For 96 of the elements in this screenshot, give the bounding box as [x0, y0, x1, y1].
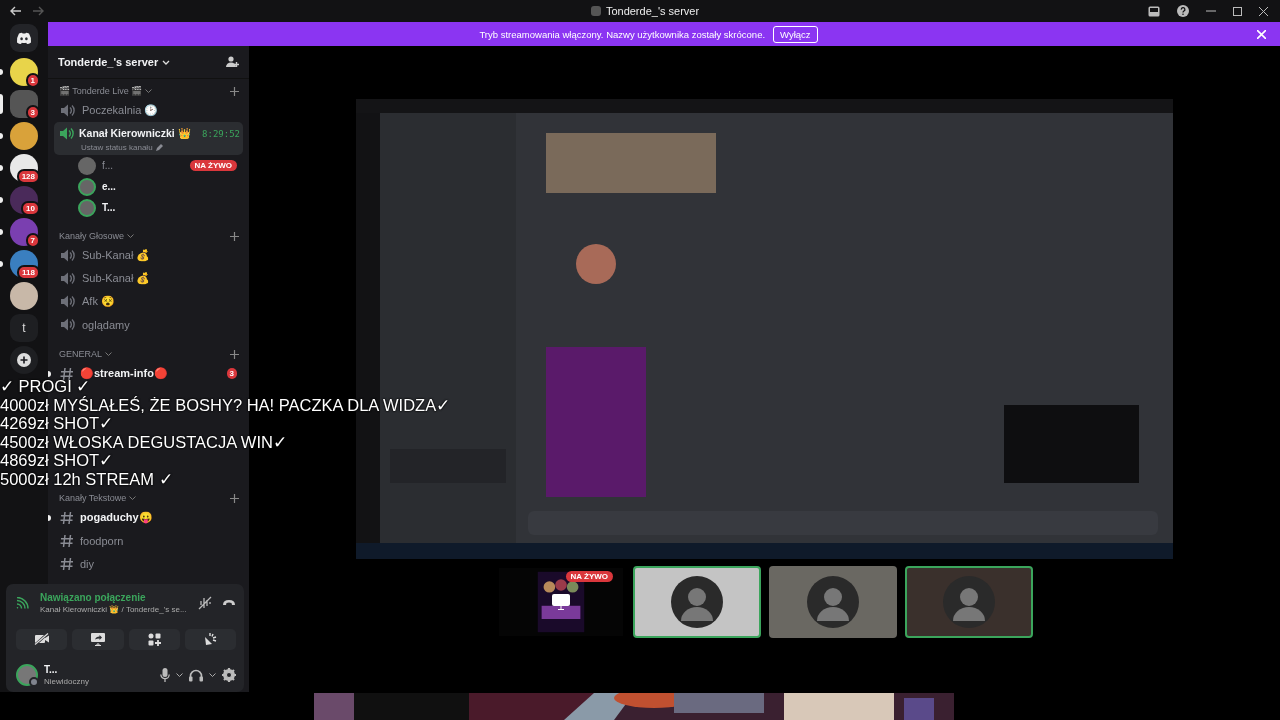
overlay-text: 5000zł 12h STREAM ✓ — [0, 469, 173, 489]
chevron-icon — [162, 59, 171, 65]
speaker-icon — [60, 272, 76, 285]
channel-item[interactable]: foodporn — [54, 529, 243, 552]
server-icon[interactable]: t — [10, 314, 38, 342]
camera-off-icon — [33, 633, 50, 645]
overlay-text: 4269zł SHOT✓ — [0, 414, 114, 433]
user-status: Niewidoczny — [44, 677, 89, 686]
hash-icon — [60, 556, 74, 571]
notice-text: Tryb streamowania włączony. Nazwy użytkownika zostały skrócone. — [479, 28, 766, 40]
live-badge: NA ŻYWO — [189, 160, 237, 171]
discord-logo-icon[interactable] — [10, 24, 38, 52]
help-icon[interactable] — [1177, 5, 1189, 17]
channel-item[interactable]: Kanał Kierowniczki 👑 8:29:52 Ustaw status kanału — [54, 122, 243, 155]
headphones-icon[interactable] — [189, 668, 203, 682]
channel-link[interactable]: Kanał Kierowniczki 👑 / Tonderde_'s se... — [40, 605, 187, 614]
user-name[interactable]: T... — [102, 202, 116, 213]
inbox-icon[interactable] — [1148, 5, 1160, 17]
avatar-icon — [671, 576, 723, 628]
activities-button[interactable] — [128, 628, 180, 650]
speaker-icon — [60, 318, 76, 331]
connection-status: Nawiązano połączenie — [40, 592, 147, 603]
activities-icon — [147, 632, 161, 646]
microphone-icon[interactable] — [160, 668, 170, 682]
back-arrow-icon[interactable] — [10, 6, 22, 16]
overlay-text: 4500zł WŁOSKA DEGUSTACJA WIN✓ — [0, 432, 287, 452]
speaker-icon — [60, 104, 76, 117]
close-icon[interactable] — [1259, 6, 1268, 16]
notification-badge: 10 — [21, 201, 40, 216]
chevron-icon — [127, 234, 135, 238]
hash-icon — [60, 510, 74, 525]
hash-icon — [60, 533, 74, 548]
status-icon — [29, 677, 39, 687]
channel-item[interactable]: Sub-Kanał 💰 — [54, 244, 243, 267]
camera-off-button[interactable] — [16, 628, 68, 650]
pencil-icon[interactable] — [155, 144, 163, 151]
channel-item[interactable]: Sub-Kanał 💰 — [54, 267, 243, 290]
participant-tile[interactable] — [905, 566, 1033, 638]
add-server-icon[interactable] — [10, 346, 38, 374]
signal-icon — [16, 597, 30, 609]
window-title: Tonderde_'s server — [605, 5, 700, 17]
notification-badge: 128 — [16, 169, 40, 184]
add-member-icon[interactable] — [226, 56, 239, 68]
chevron-icon[interactable] — [209, 673, 216, 677]
disconnect-icon[interactable] — [222, 599, 236, 607]
category-header[interactable]: GENERAL — [59, 349, 102, 359]
screen-icon — [552, 594, 570, 610]
overlay-text: 4000zł MYŚLAŁEŚ, ŻE BOSHY? HA! PACZKA DLA WIDZA✓ — [0, 395, 451, 415]
user-name[interactable]: f... — [102, 160, 114, 171]
channel-item[interactable]: pogaduchy😛 — [54, 506, 243, 529]
add-channel-icon[interactable] — [230, 349, 239, 359]
category-header[interactable]: Kanały Tekstowe — [59, 493, 127, 503]
speaker-icon — [60, 295, 76, 308]
chevron-icon — [145, 89, 153, 93]
user-avatar[interactable] — [78, 177, 96, 196]
category-header[interactable]: Kanały Głosowe — [59, 231, 125, 241]
notification-badge: 118 — [17, 265, 40, 280]
add-channel-icon[interactable] — [230, 86, 239, 96]
avatar-icon — [807, 576, 859, 628]
channel-item[interactable]: oglądamy — [54, 313, 243, 336]
screen-share-icon — [90, 632, 105, 646]
speaker-icon — [59, 127, 75, 140]
maximize-icon[interactable] — [1233, 6, 1242, 16]
server-icon[interactable] — [10, 282, 38, 310]
soundboard-icon — [203, 632, 218, 646]
channel-item[interactable]: diy — [54, 552, 243, 575]
server-icon — [590, 6, 601, 16]
participant-tile[interactable] — [769, 566, 897, 638]
user-avatar[interactable] — [16, 664, 38, 686]
server-icon[interactable] — [10, 122, 38, 150]
speaker-icon — [60, 249, 76, 262]
participant-tile[interactable] — [633, 566, 761, 638]
soundboard-button[interactable] — [184, 628, 236, 650]
category-header[interactable]: 🎬 Tonderde Live 🎬 — [59, 86, 143, 96]
chevron-icon — [105, 352, 112, 356]
turn-off-button[interactable]: Wyłącz — [773, 25, 818, 43]
channel-item[interactable]: Afk 😵 — [54, 290, 243, 313]
chevron-icon — [129, 496, 137, 500]
channel-item[interactable]: Poczekalnia 🕑 — [54, 99, 243, 122]
add-channel-icon[interactable] — [230, 231, 239, 241]
user-avatar[interactable] — [78, 198, 96, 217]
screen-share-button[interactable] — [72, 628, 124, 650]
hash-icon — [60, 366, 74, 381]
user-avatar[interactable] — [78, 156, 96, 175]
overlay-text: 4869zł SHOT✓ — [0, 451, 114, 470]
add-channel-icon[interactable] — [230, 493, 239, 503]
noise-suppression-icon[interactable] — [198, 596, 212, 610]
live-badge: NA ŻYWO — [565, 571, 613, 582]
stream-tile[interactable]: NA ŻYWO — [497, 566, 625, 638]
forward-arrow-icon[interactable] — [32, 6, 44, 16]
user-name[interactable]: e... — [102, 181, 116, 192]
user-name: T... — [44, 664, 59, 675]
server-name[interactable]: Tonderde_'s server — [58, 56, 171, 68]
chevron-icon[interactable] — [176, 673, 183, 677]
avatar-icon — [943, 576, 995, 628]
settings-icon[interactable] — [222, 668, 236, 682]
